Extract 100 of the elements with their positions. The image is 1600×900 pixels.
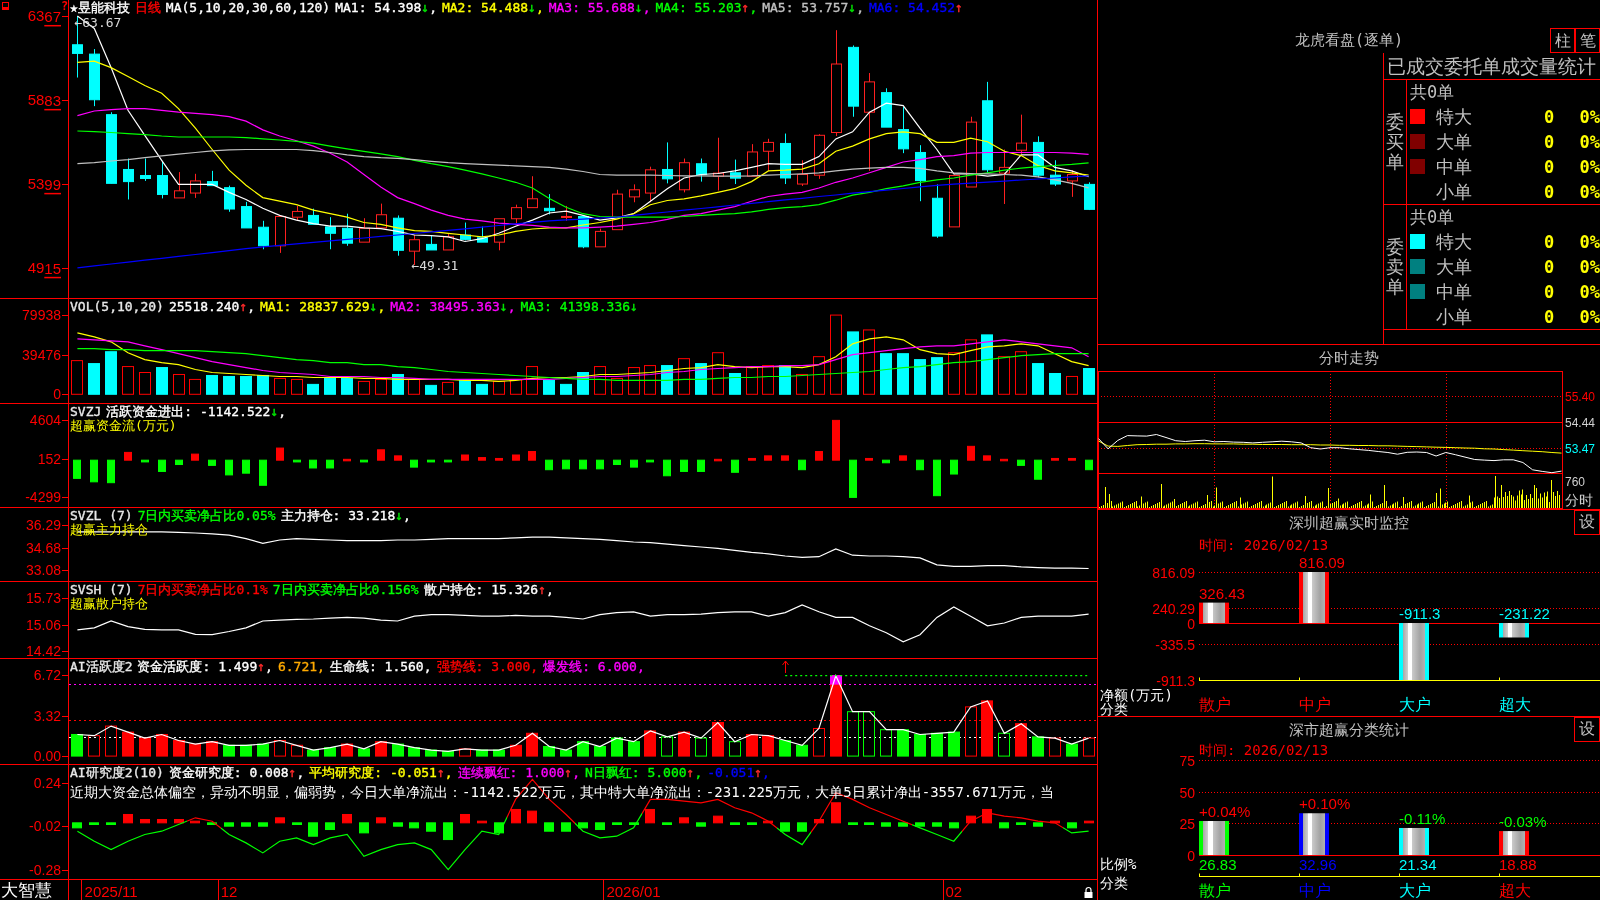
legend-label: SVZL (7) — [70, 509, 133, 523]
volume-bar — [678, 358, 690, 395]
volume-bar — [240, 375, 252, 395]
activity-bar — [948, 731, 960, 757]
legend-label: -0.051↑, — [707, 766, 770, 780]
activity-bar — [796, 744, 808, 757]
axis-label: 15.06 — [25, 617, 61, 634]
activity-bar — [914, 734, 926, 757]
order-size-label: 特大 — [1436, 229, 1473, 254]
legend-label: 日线 — [134, 1, 161, 15]
research-bar — [797, 822, 807, 832]
volume-bar — [779, 365, 791, 395]
research-bar — [629, 822, 639, 825]
candlestick — [898, 106, 909, 154]
volume-bar — [358, 380, 370, 395]
volume-bar — [206, 374, 218, 395]
axis-title: 净额(万元) — [1100, 687, 1173, 703]
candlestick — [780, 133, 791, 185]
legend-label: 平均研究度: -0.051↑, — [309, 766, 453, 780]
research-bar — [696, 822, 706, 827]
settings-button[interactable]: 设 — [1574, 717, 1600, 742]
legend-label: 生命线: 1.560, — [329, 660, 432, 674]
lock-icon[interactable] — [1084, 886, 1093, 898]
side-label: 委买单 — [1386, 112, 1404, 172]
axis-label: -335.5 — [1155, 636, 1195, 653]
activity-bar — [880, 729, 892, 757]
flow-bar — [798, 459, 806, 471]
order-size-label: 小单 — [1436, 179, 1473, 204]
help-mark[interactable]: ? — [61, 0, 69, 12]
axis-label: 4915 — [27, 259, 61, 277]
volume-bar — [880, 353, 892, 395]
value-label: 26.83 — [1199, 856, 1237, 873]
order-percent: 0% — [1578, 181, 1600, 202]
research-bar — [511, 808, 521, 824]
research-bar — [241, 822, 251, 827]
flow-bar — [107, 459, 115, 484]
candlestick — [258, 220, 269, 250]
change-label: +0.04% — [1199, 803, 1251, 820]
activity-bar — [813, 728, 825, 757]
research-bar — [763, 820, 773, 824]
research-bar — [342, 814, 352, 824]
activity-bar — [156, 734, 168, 757]
value-label: 816.09 — [1299, 554, 1345, 571]
axis-label: 3.32 — [33, 708, 61, 725]
activity-bar — [476, 749, 488, 757]
flow-bar — [73, 459, 81, 479]
volume-bar — [291, 378, 303, 395]
research-bar — [376, 817, 386, 824]
legend-label: MA3: 41398.336↓ — [520, 300, 638, 314]
research-bar — [359, 822, 369, 834]
flow-bar — [545, 459, 553, 471]
panel-title: 龙虎看盘(逐单) — [1294, 31, 1404, 51]
research-bar — [123, 814, 133, 824]
activity-bar — [240, 744, 252, 757]
candlestick — [292, 205, 303, 222]
flow-bar — [512, 454, 520, 461]
toggle-button[interactable]: 笔 — [1575, 28, 1600, 53]
candlestick — [460, 222, 471, 241]
volume-bar — [897, 353, 909, 395]
candlestick — [494, 218, 505, 251]
volume-bar — [510, 378, 522, 395]
axis-label: 5883 — [27, 91, 61, 109]
flow-bar — [983, 455, 991, 461]
legend-label: MA4: 55.203↑, — [655, 1, 758, 15]
activity-bar — [1066, 743, 1078, 757]
research-bar — [949, 822, 959, 829]
activity-bar — [223, 744, 235, 757]
activity-bar — [375, 741, 387, 757]
research-bar — [662, 822, 672, 825]
flow-bar — [849, 459, 857, 498]
flow-bar — [630, 459, 638, 468]
flow-bar — [326, 459, 334, 469]
legend-label: 散户持仓: 15.326↑, — [423, 583, 554, 597]
price-extreme-label: ←49.31 — [411, 257, 459, 273]
side-label: 委卖单 — [1386, 237, 1404, 297]
chart-bar — [1499, 623, 1529, 638]
toggle-button[interactable]: 柱 — [1550, 28, 1575, 53]
flow-bar — [1017, 459, 1025, 466]
axis-label: 0.24 — [33, 774, 61, 791]
category-label: 大户 — [1399, 695, 1431, 714]
volume-bar — [1032, 363, 1044, 395]
activity-bar — [729, 741, 741, 757]
research-bar — [1033, 822, 1043, 827]
research-bar — [561, 822, 571, 832]
flow-bar — [478, 457, 486, 461]
timestamp: 时间: 2026/02/13 — [1198, 536, 1330, 555]
category-label: 散户 — [1199, 695, 1231, 714]
legend-label: SVSH (7) — [70, 583, 133, 597]
research-bar — [426, 822, 436, 832]
research-bar — [1084, 820, 1094, 824]
settings-button[interactable]: 设 — [1574, 510, 1600, 535]
volume-bar — [459, 379, 471, 395]
legend-label: MA3: 55.688↓, — [548, 1, 651, 15]
candlestick — [190, 173, 201, 199]
candlestick — [561, 205, 572, 222]
order-count: 0 — [1544, 281, 1556, 302]
square-icon — [2, 2, 9, 10]
axis-label: 816.09 — [1152, 564, 1195, 581]
date-label: 12 — [220, 882, 238, 900]
activity-bar — [139, 737, 151, 757]
